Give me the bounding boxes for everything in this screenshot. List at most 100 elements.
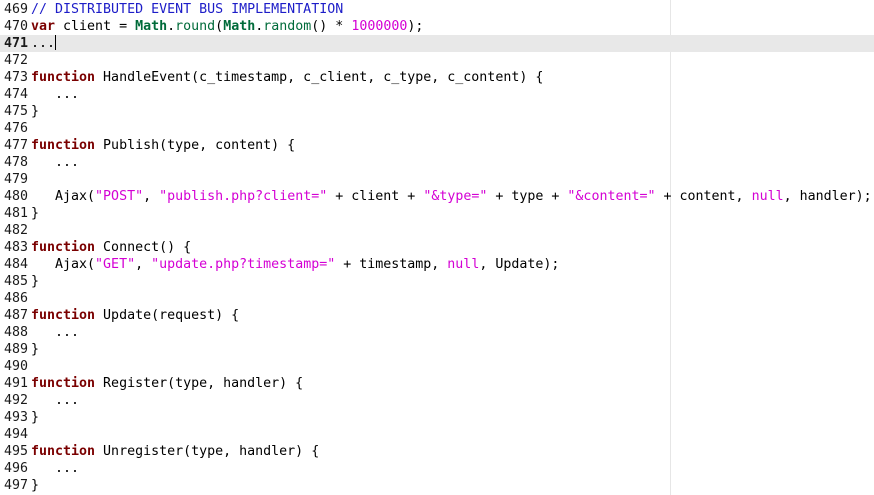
code-token: function [31,308,96,323]
line-number: 477 [3,138,28,153]
code-token: null [751,189,784,204]
code-token: "GET" [95,257,136,272]
code-token: ... [31,87,80,102]
code-line[interactable]: 483 function Connect() { [0,239,874,256]
line-code: ... [31,35,57,52]
line-number: 488 [3,325,28,340]
code-line[interactable]: 474 ... [0,86,874,103]
code-token: () * [311,19,352,34]
code-token: random [263,19,312,34]
line-code: ... [31,392,79,409]
code-line[interactable]: 494 [0,426,874,443]
code-line[interactable]: 489} [0,341,874,358]
code-token: var [31,19,56,34]
line-number: 492 [3,393,28,408]
code-line[interactable]: 471... [0,35,874,52]
code-token: } [31,410,40,425]
code-line[interactable]: 482 [0,222,874,239]
code-token: 1000000 [351,19,408,34]
line-code: } [31,273,39,290]
code-line[interactable]: 481} [0,205,874,222]
line-number: 470 [3,19,28,34]
code-token: Ajax( [31,257,96,272]
code-line[interactable]: 479 [0,171,874,188]
code-line[interactable]: 495 function Unregister(type, handler) { [0,443,874,460]
code-token: "&content=" [567,189,656,204]
code-line[interactable]: 484 Ajax("GET", "update.php?timestamp=" … [0,256,874,273]
line-number: 490 [3,359,28,374]
line-code: } [31,103,39,120]
code-token: // DISTRIBUTED EVENT BUS IMPLEMENTATION [31,2,344,17]
code-line[interactable]: 491 function Register(type, handler) { [0,375,874,392]
line-number: 476 [3,121,28,136]
code-line[interactable]: 480 Ajax("POST", "publish.php?client=" +… [0,188,874,205]
code-token: + timestamp, [335,257,448,272]
code-line[interactable]: 469// DISTRIBUTED EVENT BUS IMPLEMENTATI… [0,1,874,18]
code-line[interactable]: 476 [0,120,874,137]
line-number: 483 [3,240,28,255]
code-line[interactable]: 472 [0,52,874,69]
code-token: "&type=" [423,189,488,204]
code-token: ... [31,393,80,408]
code-line[interactable]: 485} [0,273,874,290]
code-line[interactable]: 493} [0,409,874,426]
line-number: 469 [3,2,28,17]
code-line[interactable]: 470 var client = Math.round(Math.random()… [0,18,874,35]
text-cursor [55,35,57,50]
code-line[interactable]: 490 [0,358,874,375]
line-code: function Publish(type, content) { [31,137,295,154]
code-token: Unregister(type, handler) { [95,444,320,459]
line-number: 494 [3,427,28,442]
code-line[interactable]: 477 function Publish(type, content) { [0,137,874,154]
line-number: 473 [3,70,28,85]
code-token: function [31,240,96,255]
code-line[interactable]: 473 function HandleEvent(c_timestamp, c_c… [0,69,874,86]
code-token: + content, [655,189,752,204]
line-number: 497 [3,478,28,493]
code-token: + type + [487,189,568,204]
code-token: } [31,342,40,357]
code-editor[interactable]: 469// DISTRIBUTED EVENT BUS IMPLEMENTATI… [0,0,874,495]
code-token: ... [31,325,80,340]
code-token: , [135,257,152,272]
line-code: function HandleEvent(c_timestamp, c_clie… [31,69,543,86]
line-code: Ajax("GET", "update.php?timestamp=" + ti… [31,256,559,273]
code-token: Connect() { [95,240,192,255]
code-line[interactable]: 488 ... [0,324,874,341]
line-code: } [31,477,39,494]
line-number: 486 [3,291,28,306]
line-number: 471 [3,36,28,51]
line-code: Ajax("POST", "publish.php?client=" + cli… [31,188,872,205]
line-number: 484 [3,257,28,272]
line-number: 472 [3,53,28,68]
line-number: 480 [3,189,28,204]
code-line[interactable]: 475} [0,103,874,120]
code-token: function [31,444,96,459]
code-token: + client + [327,189,424,204]
line-code: } [31,409,39,426]
line-code: } [31,205,39,222]
code-token: round [175,19,216,34]
code-token: ... [31,155,80,170]
line-number: 485 [3,274,28,289]
code-token: "POST" [95,189,144,204]
code-token: ... [31,36,56,51]
code-line[interactable]: 486 [0,290,874,307]
line-number: 487 [3,308,28,323]
code-token: Math [223,19,256,34]
code-token: function [31,376,96,391]
code-token: } [31,478,40,493]
line-code: function Connect() { [31,239,191,256]
code-line[interactable]: 497} [0,477,874,494]
code-token: ( [215,19,224,34]
line-code: ... [31,154,79,171]
code-token: ); [407,19,424,34]
line-number: 489 [3,342,28,357]
line-code: function Unregister(type, handler) { [31,443,319,460]
code-line[interactable]: 487 function Update(request) { [0,307,874,324]
code-line[interactable]: 492 ... [0,392,874,409]
code-line[interactable]: 496 ... [0,460,874,477]
line-code: ... [31,86,79,103]
code-token: , handler); [783,189,872,204]
code-line[interactable]: 478 ... [0,154,874,171]
